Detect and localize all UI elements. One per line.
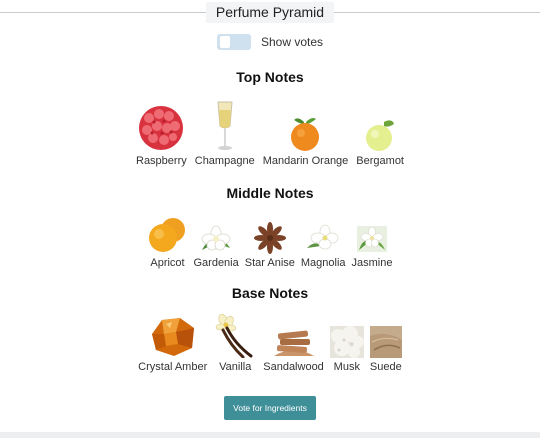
note-suede[interactable]: Suede bbox=[369, 306, 402, 373]
note-star-anise[interactable]: Star Anise bbox=[245, 202, 295, 269]
star-anise-icon bbox=[253, 222, 286, 254]
note-gardenia[interactable]: Gardenia bbox=[193, 202, 239, 269]
note-label: Raspberry bbox=[136, 155, 187, 167]
note-jasmine[interactable]: Jasmine bbox=[352, 202, 393, 269]
note-sandalwood[interactable]: Sandalwood bbox=[263, 306, 324, 373]
apricot-icon bbox=[149, 218, 186, 252]
note-label: Bergamot bbox=[356, 155, 404, 167]
note-apricot[interactable]: Apricot bbox=[147, 202, 187, 269]
musk-icon bbox=[329, 326, 364, 358]
vote-for-ingredients-button[interactable]: Vote for Ingredients bbox=[224, 396, 316, 420]
note-crystal-amber[interactable]: Crystal Amber bbox=[138, 306, 207, 373]
top-notes-row: Raspberry Champagne Mandarin Orange Berg… bbox=[0, 100, 540, 167]
middle-notes-title: Middle Notes bbox=[226, 185, 314, 201]
note-label: Champagne bbox=[194, 155, 255, 167]
note-label: Suede bbox=[369, 361, 402, 373]
note-label: Star Anise bbox=[244, 257, 295, 269]
base-notes-row: Crystal Amber Vanilla Sandalwood Musk Su… bbox=[0, 306, 540, 373]
note-vanilla[interactable]: Vanilla bbox=[213, 306, 257, 373]
top-notes-title: Top Notes bbox=[236, 69, 304, 85]
gardenia-icon bbox=[201, 225, 231, 251]
raspberry-icon bbox=[139, 106, 184, 150]
middle-notes-row: Apricot Gardenia Star Anise Magnolia Jas… bbox=[0, 202, 540, 269]
note-label: Musk bbox=[333, 361, 360, 373]
note-label: Crystal Amber bbox=[138, 361, 208, 373]
show-votes-row: Show votes bbox=[0, 32, 540, 52]
note-label: Vanilla bbox=[219, 361, 252, 373]
magnolia-icon bbox=[307, 224, 339, 250]
suede-icon bbox=[369, 326, 402, 358]
sandalwood-icon bbox=[273, 330, 314, 356]
note-label: Jasmine bbox=[351, 257, 393, 269]
toggle-knob bbox=[219, 36, 230, 48]
note-mandarin-orange[interactable]: Mandarin Orange bbox=[262, 100, 349, 167]
vanilla-icon bbox=[215, 314, 253, 358]
note-musk[interactable]: Musk bbox=[329, 306, 364, 373]
show-votes-toggle[interactable] bbox=[216, 34, 251, 50]
note-bergamot[interactable]: Bergamot bbox=[356, 100, 404, 167]
base-notes-title: Base Notes bbox=[231, 285, 309, 301]
note-label: Apricot bbox=[150, 257, 185, 269]
note-raspberry[interactable]: Raspberry bbox=[136, 100, 187, 167]
page-title: Perfume Pyramid bbox=[205, 2, 335, 23]
note-label: Sandalwood bbox=[263, 361, 324, 373]
note-label: Gardenia bbox=[193, 257, 239, 269]
note-label: Mandarin Orange bbox=[262, 155, 349, 167]
crystal-amber-icon bbox=[151, 318, 194, 356]
champagne-icon bbox=[217, 101, 233, 150]
bergamot-icon bbox=[366, 120, 395, 151]
title-row: Perfume Pyramid bbox=[0, 0, 540, 24]
footer-bar bbox=[0, 432, 540, 438]
note-label: Magnolia bbox=[300, 257, 346, 269]
note-champagne[interactable]: Champagne bbox=[195, 100, 255, 167]
perfume-pyramid-page: Perfume Pyramid Show votes Top Notes Ras… bbox=[0, 0, 540, 438]
note-magnolia[interactable]: Magnolia bbox=[301, 202, 346, 269]
show-votes-label: Show votes bbox=[260, 35, 324, 49]
mandarin-orange-icon bbox=[291, 118, 320, 151]
jasmine-icon bbox=[357, 226, 388, 252]
